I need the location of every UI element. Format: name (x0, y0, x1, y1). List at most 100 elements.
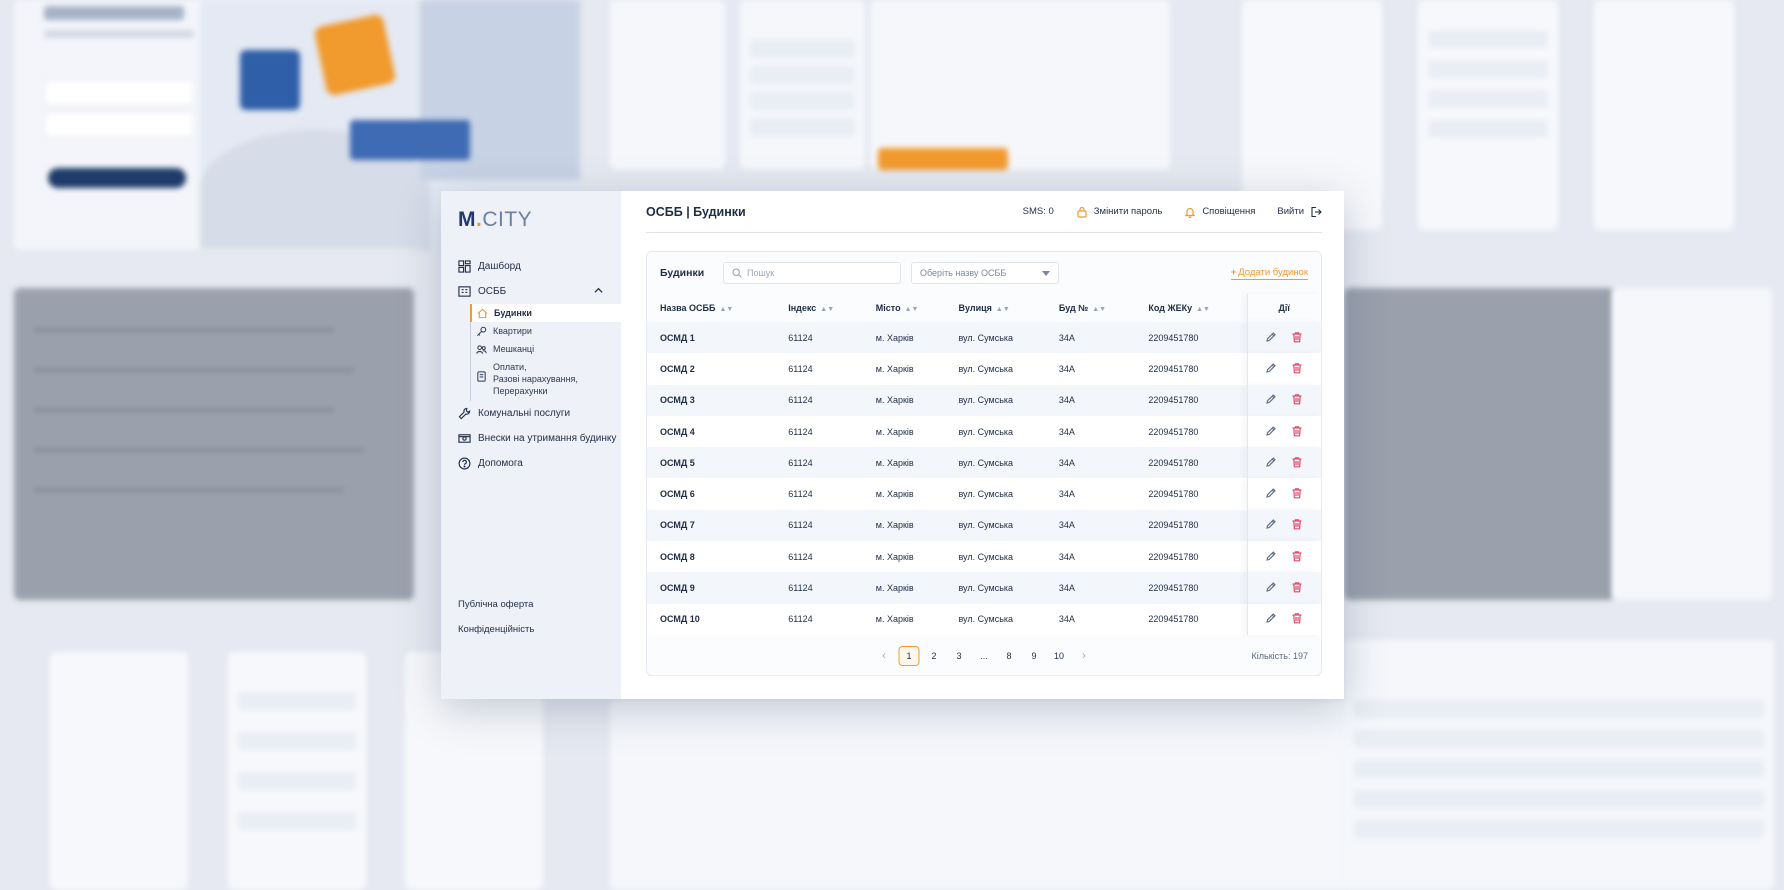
next-page-icon[interactable]: › (1074, 646, 1095, 666)
cell-index: 61124 (775, 478, 863, 510)
sidebar-item-label: Дашборд (478, 261, 521, 272)
search-input[interactable] (747, 268, 887, 278)
table-row[interactable]: ОСМД 4 61124 м. Харків вул. Сумська 34А 22094… (647, 415, 1321, 448)
trash-icon[interactable] (1291, 456, 1303, 468)
table-row[interactable]: ОСМД 7 61124 м. Харків вул. Сумська 34А 22094… (647, 509, 1321, 542)
column-header-actions: Дії (1246, 294, 1321, 322)
pencil-icon[interactable] (1265, 487, 1277, 499)
cell-street: вул. Сумська (945, 384, 1046, 416)
pencil-icon[interactable] (1265, 612, 1277, 624)
cell-city: м. Харків (862, 353, 946, 385)
search-box[interactable] (723, 262, 901, 284)
pencil-icon[interactable] (1265, 456, 1277, 468)
trash-icon[interactable] (1291, 550, 1303, 562)
cell-actions (1246, 541, 1321, 573)
table-row[interactable]: ОСМД 8 61124 м. Харків вул. Сумська 34А 22094… (647, 541, 1321, 573)
page-button[interactable]: 9 (1024, 646, 1045, 666)
sort-icon[interactable]: ▲▼ (996, 306, 1010, 313)
cell-actions (1246, 384, 1321, 416)
cell-code: 2209451780 (1135, 572, 1247, 604)
sort-icon[interactable]: ▲▼ (905, 306, 919, 313)
table-row[interactable]: ОСМД 6 61124 м. Харків вул. Сумська 34А 22094… (647, 478, 1321, 510)
trash-icon[interactable] (1291, 425, 1303, 437)
bg-phone (228, 652, 366, 890)
pencil-icon[interactable] (1265, 581, 1277, 593)
pencil-icon[interactable] (1265, 518, 1277, 530)
cell-index: 61124 (775, 572, 863, 604)
sort-icon[interactable]: ▲▼ (719, 306, 733, 313)
cell-building: 34А (1045, 322, 1136, 354)
privacy-link[interactable]: Конфіденційність (458, 624, 534, 635)
trash-icon[interactable] (1291, 331, 1303, 343)
logout-label: Вийти (1277, 206, 1304, 217)
sidebar-subitem-payments[interactable]: Оплати, Разові нарахування, Перерахунки (471, 358, 621, 401)
table-row[interactable]: ОСМД 10 61124 м. Харків вул. Сумська 34А 2209… (647, 603, 1321, 635)
page-button[interactable]: 2 (924, 646, 945, 666)
column-header-street[interactable]: Вулиця ▲▼ (945, 294, 1046, 322)
table-row[interactable]: ОСМД 1 61124 м. Харків вул. Сумська 34А 22094… (647, 322, 1321, 354)
sidebar-subitem-residents[interactable]: Мешканці (471, 340, 621, 358)
sidebar-subitem-apartments[interactable]: Квартири (471, 322, 621, 340)
pencil-icon[interactable] (1265, 331, 1277, 343)
sidebar-subitem-houses[interactable]: Будинки (470, 304, 621, 322)
page-button[interactable]: 10 (1049, 646, 1070, 666)
column-header-building[interactable]: Буд № ▲▼ (1045, 294, 1136, 322)
column-header-index[interactable]: Індекс ▲▼ (775, 294, 863, 322)
pencil-icon[interactable] (1265, 362, 1277, 374)
cell-actions (1246, 322, 1321, 354)
pencil-icon[interactable] (1265, 393, 1277, 405)
column-header-city[interactable]: Місто ▲▼ (862, 294, 946, 322)
logo[interactable]: M.CITY (458, 208, 532, 232)
sort-icon[interactable]: ▲▼ (1092, 306, 1106, 313)
sidebar: M.CITY Дашборд ОСББ Будинки Квартири Меш… (441, 191, 621, 699)
sidebar-item-label: ОСББ (478, 286, 507, 297)
sidebar-item-fees[interactable]: Внески на утримання будинку (441, 426, 621, 451)
cell-building: 34А (1045, 353, 1136, 385)
change-password-button[interactable]: Змінити пароль (1076, 206, 1162, 218)
column-header-label: Назва ОСББ (660, 303, 716, 313)
table-row[interactable]: ОСМД 3 61124 м. Харків вул. Сумська 34А 22094… (647, 384, 1321, 416)
page-button[interactable]: 1 (898, 646, 920, 666)
trash-icon[interactable] (1291, 362, 1303, 374)
table-body: ОСМД 1 61124 м. Харків вул. Сумська 34А 22094… (647, 322, 1321, 635)
sidebar-item-utilities[interactable]: Комунальні послуги (441, 401, 621, 426)
logo-text: CITY (482, 208, 533, 231)
column-header-name[interactable]: Назва ОСББ ▲▼ (647, 294, 776, 322)
cell-building: 34А (1045, 478, 1136, 510)
page-button[interactable]: 8 (999, 646, 1020, 666)
public-offer-link[interactable]: Публічна оферта (458, 599, 534, 610)
sidebar-item-help[interactable]: Допомога (441, 451, 621, 476)
trash-icon[interactable] (1291, 612, 1303, 624)
topbar: ОСББ | Будинки SMS: 0 Змінити пароль Спо… (646, 191, 1322, 233)
trash-icon[interactable] (1291, 393, 1303, 405)
column-header-code[interactable]: Код ЖЕКу ▲▼ (1135, 294, 1247, 322)
sidebar-subitem-label: Оплати, Разові нарахування, Перерахунки (493, 362, 578, 396)
sidebar-item-dashboard[interactable]: Дашборд (441, 254, 621, 279)
sidebar-footer: Публічна оферта Конфіденційність (458, 585, 534, 635)
prev-page-icon[interactable]: ‹ (874, 646, 895, 666)
card-toolbar: Будинки Оберіть назву ОСББ +Додати будин… (647, 252, 1321, 294)
osbb-select[interactable]: Оберіть назву ОСББ (911, 262, 1059, 284)
table-row[interactable]: ОСМД 9 61124 м. Харків вул. Сумська 34А 22094… (647, 572, 1321, 604)
notifications-button[interactable]: Сповіщення (1184, 206, 1255, 218)
sidebar-item-osbb[interactable]: ОСББ (441, 279, 621, 304)
sort-icon[interactable]: ▲▼ (1196, 306, 1210, 313)
add-house-button[interactable]: + Додати будинок (1230, 267, 1308, 280)
chevron-up-icon[interactable] (594, 286, 603, 298)
table-row[interactable]: ОСМД 2 61124 м. Харків вул. Сумська 34А 22094… (647, 353, 1321, 385)
table-row[interactable]: ОСМД 5 61124 м. Харків вул. Сумська 34А 22094… (647, 447, 1321, 479)
cash-icon (458, 432, 471, 445)
cell-actions (1246, 603, 1321, 635)
cell-name: ОСМД 6 (647, 478, 776, 510)
sort-icon[interactable]: ▲▼ (820, 306, 834, 313)
main-nav: Дашборд ОСББ Будинки Квартири Мешканці О… (441, 254, 621, 476)
pencil-icon[interactable] (1265, 425, 1277, 437)
pencil-icon[interactable] (1265, 550, 1277, 562)
trash-icon[interactable] (1291, 487, 1303, 499)
trash-icon[interactable] (1291, 581, 1303, 593)
cell-index: 61124 (775, 384, 863, 416)
page-button[interactable]: 3 (949, 646, 970, 666)
logout-button[interactable]: Вийти (1277, 206, 1322, 218)
trash-icon[interactable] (1291, 518, 1303, 530)
cell-actions (1246, 447, 1321, 479)
